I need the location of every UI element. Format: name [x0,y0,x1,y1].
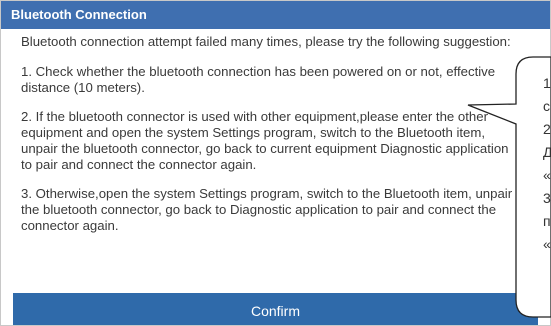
intro-text: Bluetooth connection attempt failed many… [21,34,511,49]
confirm-button[interactable]: Confirm [13,293,538,325]
callout-line: « [543,236,551,252]
callout-line: 3 [543,190,551,206]
callout-line: « [543,167,551,183]
bluetooth-dialog: Bluetooth Connection Bluetooth connectio… [0,0,551,326]
suggestion-item-2: 2. If the bluetooth connector is used wi… [21,109,509,172]
callout-line: c [543,98,550,114]
callout-line: п [543,213,551,229]
callout-text: 1 c 2 Д « 3 п « [543,72,551,256]
dialog-message: Bluetooth connection attempt failed many… [21,34,521,247]
dialog-title: Bluetooth Connection [1,1,550,29]
callout-line: Д [543,144,551,160]
suggestion-item-1: 1. Check whether the bluetooth connectio… [21,64,496,95]
callout-line: 2 [543,121,551,137]
suggestion-item-3: 3. Otherwise,open the system Settings pr… [21,186,513,233]
callout-line: 1 [543,75,551,91]
